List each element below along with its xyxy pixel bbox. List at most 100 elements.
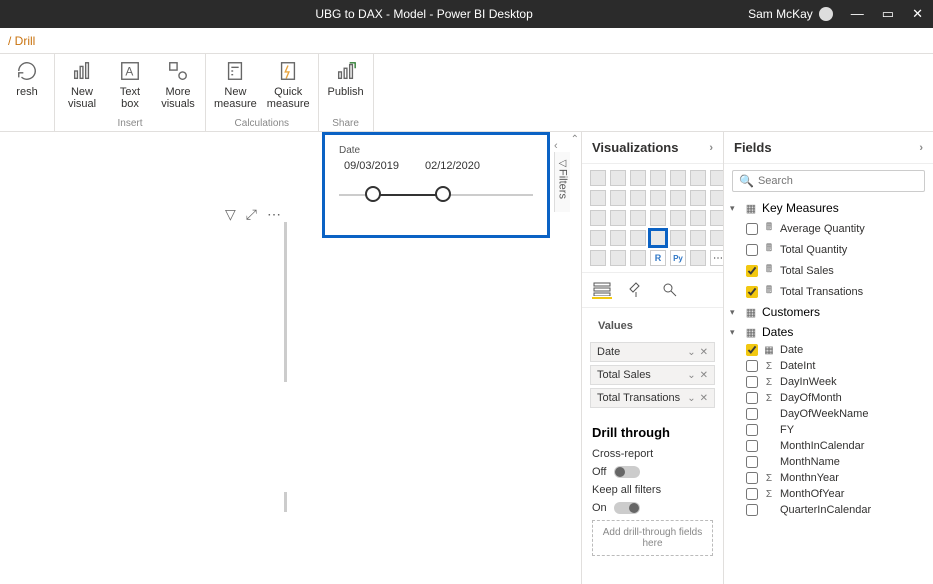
field-item[interactable]: MonthInCalendar (730, 438, 927, 454)
keep-filters-toggle[interactable] (614, 502, 640, 514)
viz-type-icon[interactable] (650, 190, 666, 206)
publish-button[interactable]: Publish (327, 58, 365, 98)
viz-type-icon[interactable] (670, 170, 686, 186)
scrollbar[interactable] (284, 492, 287, 512)
filter-icon[interactable]: ▽ (225, 206, 236, 223)
viz-type-icon[interactable] (610, 190, 626, 206)
viz-type-icon[interactable] (690, 170, 706, 186)
date-slicer-visual[interactable]: Date 09/03/2019 02/12/2020 (322, 132, 550, 238)
chevron-down-icon[interactable]: ⌄ (687, 393, 695, 404)
analytics-tab-icon[interactable] (660, 281, 680, 299)
viz-type-icon[interactable] (610, 230, 626, 246)
chevron-right-icon[interactable]: › (709, 142, 713, 154)
field-checkbox[interactable] (746, 244, 758, 256)
field-item[interactable]: QuarterInCalendar (730, 502, 927, 518)
chevron-down-icon[interactable]: ⌄ (687, 347, 695, 358)
field-checkbox[interactable] (746, 360, 758, 372)
slicer-start-date[interactable]: 09/03/2019 (339, 160, 404, 172)
field-checkbox[interactable] (746, 344, 758, 356)
field-item[interactable]: FY (730, 422, 927, 438)
viz-type-icon[interactable] (610, 250, 626, 266)
field-checkbox[interactable] (746, 392, 758, 404)
slider-thumb-end[interactable] (435, 186, 451, 202)
value-field-date[interactable]: Date ⌄ ✕ (590, 342, 715, 362)
viz-type-r-icon[interactable]: R (650, 250, 666, 266)
field-item[interactable]: 🖩Total Quantity (730, 239, 927, 260)
viz-type-icon[interactable] (670, 230, 686, 246)
viz-type-table-icon[interactable] (650, 230, 666, 246)
value-field-total-sales[interactable]: Total Sales ⌄ ✕ (590, 365, 715, 385)
maximize-button[interactable]: ▭ (882, 6, 894, 22)
search-input[interactable] (758, 175, 918, 187)
new-visual-button[interactable]: New visual (63, 58, 101, 110)
slider-thumb-start[interactable] (365, 186, 381, 202)
viz-type-icon[interactable] (630, 170, 646, 186)
field-item[interactable]: ΣDateInt (730, 358, 927, 374)
minimize-button[interactable]: — (851, 6, 864, 22)
refresh-button[interactable]: resh (8, 58, 46, 98)
field-checkbox[interactable] (746, 223, 758, 235)
field-item[interactable]: 🖩Total Sales (730, 260, 927, 281)
field-checkbox[interactable] (746, 408, 758, 420)
field-checkbox[interactable] (746, 265, 758, 277)
viz-type-icon[interactable] (610, 170, 626, 186)
field-checkbox[interactable] (746, 286, 758, 298)
close-button[interactable]: ✕ (912, 6, 923, 22)
viz-type-icon[interactable] (690, 210, 706, 226)
field-item[interactable]: MonthName (730, 454, 927, 470)
field-checkbox[interactable] (746, 504, 758, 516)
user-account[interactable]: Sam McKay (748, 7, 833, 21)
field-item[interactable]: 🖩Average Quantity (730, 218, 927, 239)
slicer-end-date[interactable]: 02/12/2020 (420, 160, 485, 172)
field-item[interactable]: ΣMonthnYear (730, 470, 927, 486)
cross-report-toggle[interactable] (614, 466, 640, 478)
field-item[interactable]: ΣDayInWeek (730, 374, 927, 390)
viz-type-icon[interactable] (650, 170, 666, 186)
viz-type-icon[interactable] (630, 210, 646, 226)
table-dates[interactable]: ▾ ▦ Dates (730, 322, 927, 342)
more-visuals-button[interactable]: More visuals (159, 58, 197, 110)
table-customers[interactable]: ▾ ▦ Customers (730, 302, 927, 322)
quick-measure-button[interactable]: Quick measure (267, 58, 310, 110)
field-checkbox[interactable] (746, 456, 758, 468)
text-box-button[interactable]: A Text box (111, 58, 149, 110)
remove-icon[interactable]: ✕ (700, 393, 708, 404)
field-checkbox[interactable] (746, 424, 758, 436)
field-checkbox[interactable] (746, 472, 758, 484)
fields-pane-header[interactable]: Fields › (724, 132, 933, 164)
scrollbar[interactable] (284, 222, 287, 382)
format-tab-icon[interactable] (626, 281, 646, 299)
viz-type-icon[interactable] (690, 190, 706, 206)
new-measure-button[interactable]: New measure (214, 58, 257, 110)
field-item[interactable]: DayOfWeekName (730, 406, 927, 422)
viz-type-icon[interactable] (670, 210, 686, 226)
more-icon[interactable]: ⋯ (267, 206, 281, 223)
remove-icon[interactable]: ✕ (700, 347, 708, 358)
fields-search[interactable]: 🔍 (732, 170, 925, 192)
viz-type-icon[interactable] (590, 230, 606, 246)
report-canvas[interactable]: ⌃ ▽ ⤢ ⋯ Date 09/03/2019 02/12/2020 ‹ (0, 132, 581, 584)
field-checkbox[interactable] (746, 376, 758, 388)
field-checkbox[interactable] (746, 440, 758, 452)
viz-type-icon[interactable] (610, 210, 626, 226)
viz-type-icon[interactable] (590, 190, 606, 206)
viz-type-icon[interactable] (590, 250, 606, 266)
chevron-down-icon[interactable]: ⌄ (687, 370, 695, 381)
chevron-left-icon[interactable]: ‹ (554, 140, 558, 152)
value-field-total-transactions[interactable]: Total Transations ⌄ ✕ (590, 388, 715, 408)
field-checkbox[interactable] (746, 488, 758, 500)
remove-icon[interactable]: ✕ (700, 370, 708, 381)
fields-tab-icon[interactable] (592, 281, 612, 299)
field-item[interactable]: ΣDayOfMonth (730, 390, 927, 406)
field-item[interactable]: ΣMonthOfYear (730, 486, 927, 502)
collapse-panes-icon[interactable]: ⌃ (571, 134, 579, 145)
viz-type-icon[interactable] (650, 210, 666, 226)
viz-pane-header[interactable]: Visualizations › (582, 132, 723, 164)
breadcrumb-path[interactable]: / Drill (8, 34, 35, 48)
viz-type-icon[interactable] (630, 230, 646, 246)
viz-type-icon[interactable] (690, 230, 706, 246)
viz-type-icon[interactable] (630, 190, 646, 206)
drill-fields-dropzone[interactable]: Add drill-through fields here (592, 520, 713, 556)
field-item[interactable]: 🖩Total Transations (730, 281, 927, 302)
viz-type-icon[interactable] (590, 170, 606, 186)
